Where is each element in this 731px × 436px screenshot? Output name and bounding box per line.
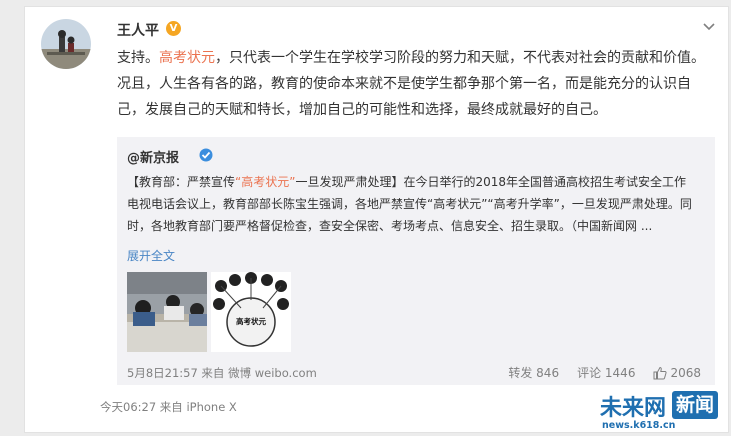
- exam-room-photo[interactable]: [127, 272, 207, 352]
- avatar[interactable]: [41, 19, 91, 69]
- like-button[interactable]: 2068: [653, 366, 701, 380]
- thumbs-up-icon: [653, 366, 668, 379]
- quoted-stats: 转发 846 评论 1446 2068: [508, 364, 701, 381]
- watermark-url: news.k618.cn: [602, 420, 676, 431]
- quoted-text: 【教育部：严禁宣传“高考状元”一旦发现严肃处理】在今日举行的2018年全国普通高…: [127, 171, 697, 237]
- post-text: 支持。高考状元，只代表一个学生在学校学习阶段的努力和天赋，不代表对社会的贡献和价…: [117, 45, 715, 123]
- verified-blue-icon: [199, 148, 213, 162]
- hashtag-link[interactable]: 高考状元: [159, 50, 215, 66]
- author-name[interactable]: 王人平: [117, 20, 159, 40]
- quoted-timestamp[interactable]: 5月8日21:57 来自 微博 weibo.com: [127, 365, 317, 381]
- quoted-bracket-close: 一旦发现严肃处理】: [295, 175, 404, 189]
- comment-count[interactable]: 评论 1446: [577, 364, 635, 381]
- quoted-post: @新京报 【教育部：严禁宣传“高考状元”一旦发现严肃处理】在今日举行的2018年…: [117, 137, 715, 385]
- weibo-post-card: 王人平 V 支持。高考状元，只代表一个学生在学校学习阶段的努力和天赋，不代表对社…: [24, 6, 729, 433]
- watermark-logo-text: 未来网: [600, 396, 667, 421]
- champion-cartoon-image[interactable]: 高考状元: [211, 272, 291, 352]
- chevron-down-icon[interactable]: [702, 19, 716, 33]
- expand-full-text-link[interactable]: 展开全文: [127, 247, 175, 264]
- post-text-prefix: 支持。: [117, 50, 159, 66]
- cartoon-caption: 高考状元: [236, 317, 266, 326]
- quoted-bracket-open: 【教育部：严禁宣传: [127, 175, 236, 189]
- watermark-logo-box: 新闻: [672, 391, 718, 419]
- quoted-hashtag-link[interactable]: “高考状元”: [235, 175, 295, 189]
- repost-count[interactable]: 转发 846: [508, 364, 559, 381]
- quoted-author[interactable]: @新京报: [127, 147, 179, 166]
- like-count: 2068: [670, 365, 701, 380]
- post-timestamp[interactable]: 今天06:27 来自 iPhone X: [100, 399, 237, 415]
- verified-badge-icon: V: [166, 21, 181, 36]
- news-watermark: 未来网 新闻 news.k618.cn: [600, 390, 718, 436]
